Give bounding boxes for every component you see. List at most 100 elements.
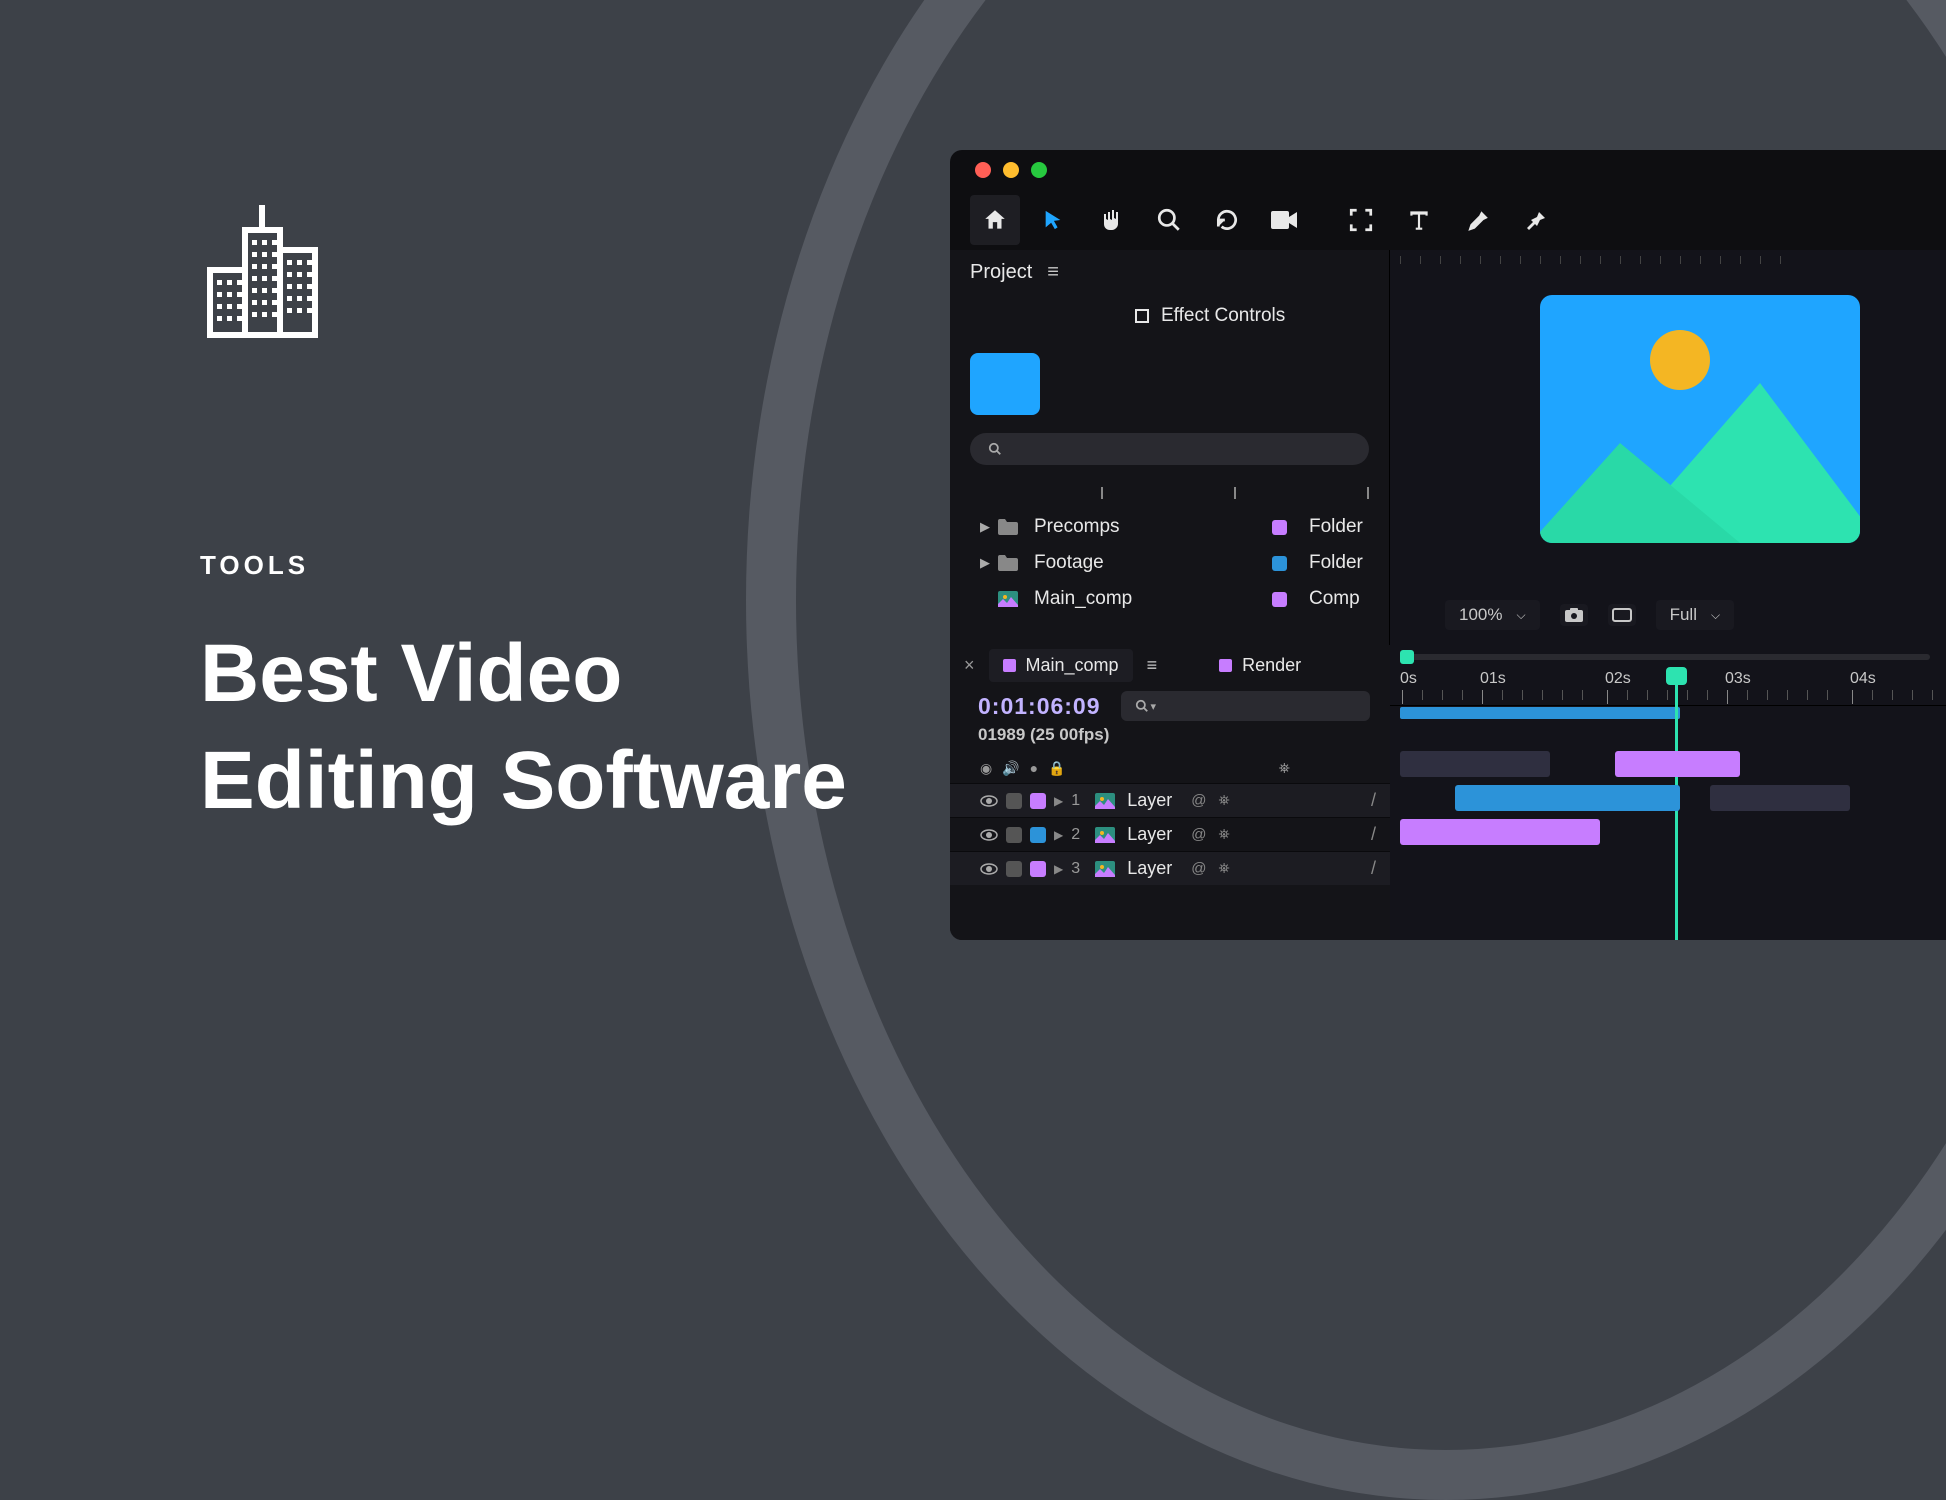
quality-dropdown[interactable]: Full ⌵ — [1656, 600, 1735, 630]
timeline-tracks[interactable]: 0s01s02s03s04s — [1390, 645, 1946, 940]
close-comp-icon[interactable]: × — [964, 655, 975, 676]
asset-type: Comp — [1309, 588, 1369, 610]
asset-name: Precomps — [1034, 516, 1272, 538]
label-swatch[interactable] — [1006, 861, 1022, 877]
page-title: Best Video Editing Software — [200, 621, 847, 834]
title-line-2: Editing Software — [200, 728, 847, 835]
clip[interactable] — [1400, 819, 1600, 845]
time-label: 0s — [1400, 670, 1417, 688]
label-swatch[interactable] — [1272, 592, 1287, 607]
color-swatch[interactable] — [1030, 793, 1046, 809]
panel-menu-icon[interactable]: ≡ — [1147, 655, 1158, 676]
preview-controls: 100% ⌵ Full ⌵ — [1445, 600, 1734, 630]
home-tool[interactable] — [970, 195, 1020, 245]
zoom-tool[interactable] — [1144, 195, 1194, 245]
window-titlebar — [950, 150, 1946, 190]
blend-icon[interactable]: ⛯ — [1218, 826, 1229, 843]
preview-viewport[interactable] — [1540, 295, 1860, 543]
at-icon[interactable]: @ — [1191, 860, 1206, 877]
switch-icon[interactable]: / — [1371, 858, 1376, 879]
pen-tool[interactable] — [1452, 195, 1502, 245]
layer-column-toggles: ◉ 🔊 ● 🔒 ⛯ — [950, 753, 1390, 783]
time-label: 02s — [1605, 670, 1631, 688]
switch-icon[interactable]: / — [1371, 824, 1376, 845]
work-area-bar[interactable] — [1400, 707, 1680, 719]
layer-name: Layer — [1127, 858, 1183, 879]
project-search[interactable] — [970, 433, 1369, 465]
effect-controls-tab[interactable]: Effect Controls — [1105, 294, 1285, 338]
label-swatch[interactable] — [1006, 827, 1022, 843]
zoom-dropdown[interactable]: 100% ⌵ — [1445, 600, 1540, 630]
asset-row[interactable]: Main_compComp — [980, 581, 1369, 617]
swatch — [1003, 659, 1016, 672]
timeline-scrubber[interactable] — [1390, 650, 1946, 666]
eye-toggle[interactable] — [980, 829, 998, 841]
blend-icon[interactable]: ⛯ — [1218, 860, 1229, 877]
layer-name: Layer — [1127, 790, 1183, 811]
comp-tab[interactable]: Main_comp — [989, 649, 1133, 682]
lock-icon[interactable]: 🔒 — [1048, 760, 1065, 777]
region-tool[interactable] — [1336, 195, 1386, 245]
clip[interactable] — [1400, 751, 1550, 777]
color-swatch[interactable] — [1030, 861, 1046, 877]
aspect-button[interactable] — [1608, 604, 1636, 626]
minimize-traffic-light[interactable] — [1003, 162, 1019, 178]
label-swatch[interactable] — [1006, 793, 1022, 809]
maximize-traffic-light[interactable] — [1031, 162, 1047, 178]
column-dividers — [950, 475, 1389, 505]
scrub-handle[interactable] — [1400, 650, 1414, 664]
switch-icon[interactable]: / — [1371, 790, 1376, 811]
text-tool[interactable] — [1394, 195, 1444, 245]
asset-row[interactable]: ▶FootageFolder — [980, 545, 1369, 581]
expand-caret-icon[interactable]: ▶ — [980, 519, 990, 535]
eye-toggle[interactable] — [980, 863, 998, 875]
color-swatch[interactable] — [1030, 827, 1046, 843]
asset-name: Footage — [1034, 552, 1272, 574]
time-label: 01s — [1480, 670, 1506, 688]
blend-icon[interactable]: ⛯ — [1218, 792, 1229, 809]
camera-tool[interactable] — [1260, 195, 1310, 245]
layer-row[interactable]: ▶3Layer@⛯/ — [950, 851, 1390, 885]
render-tab[interactable]: Render — [1205, 649, 1315, 682]
rotate-tool[interactable] — [1202, 195, 1252, 245]
time-label: 04s — [1850, 670, 1876, 688]
timecode[interactable]: 0:01:06:09 — [978, 693, 1101, 720]
eye-toggle[interactable] — [980, 795, 998, 807]
composition-thumbnail[interactable] — [970, 353, 1040, 415]
hill-shape — [1540, 443, 1740, 543]
asset-row[interactable]: ▶PrecompsFolder — [980, 509, 1369, 545]
chevron-down-icon: ⌵ — [1711, 608, 1720, 623]
panel-menu-icon[interactable]: ≡ — [1047, 261, 1059, 284]
layer-index: 2 — [1071, 826, 1087, 844]
comp-icon — [1095, 827, 1115, 843]
hand-tool[interactable] — [1086, 195, 1136, 245]
layer-row[interactable]: ▶1Layer@⛯/ — [950, 783, 1390, 817]
blend-icon[interactable]: ⛯ — [1279, 760, 1290, 777]
eye-icon[interactable]: ◉ — [980, 760, 992, 777]
video-editor-window: Project ≡ Effect Controls ▶PrecompsFold — [950, 150, 1946, 940]
timeline-search[interactable]: ▾ — [1121, 691, 1370, 721]
speaker-icon[interactable]: 🔊 — [1002, 760, 1019, 777]
clip[interactable] — [1710, 785, 1850, 811]
comp-icon — [1095, 793, 1115, 809]
snapshot-button[interactable] — [1560, 604, 1588, 626]
selection-tool[interactable] — [1028, 195, 1078, 245]
title-line-1: Best Video — [200, 621, 847, 728]
comp-icon — [1095, 861, 1115, 877]
pin-tool[interactable] — [1510, 195, 1560, 245]
clip[interactable] — [1455, 785, 1680, 811]
label-swatch[interactable] — [1272, 556, 1287, 571]
frame-info: 01989 (25 00fps) — [950, 723, 1390, 753]
at-icon[interactable]: @ — [1191, 826, 1206, 843]
expand-caret-icon[interactable]: ▶ — [1054, 794, 1063, 808]
clip[interactable] — [1615, 751, 1740, 777]
expand-caret-icon[interactable]: ▶ — [980, 555, 990, 571]
at-icon[interactable]: @ — [1191, 792, 1206, 809]
layer-row[interactable]: ▶2Layer@⛯/ — [950, 817, 1390, 851]
label-swatch[interactable] — [1272, 520, 1287, 535]
solo-icon[interactable]: ● — [1030, 760, 1038, 776]
project-tab[interactable]: Project — [970, 261, 1032, 284]
expand-caret-icon[interactable]: ▶ — [1054, 862, 1063, 876]
close-traffic-light[interactable] — [975, 162, 991, 178]
expand-caret-icon[interactable]: ▶ — [1054, 828, 1063, 842]
